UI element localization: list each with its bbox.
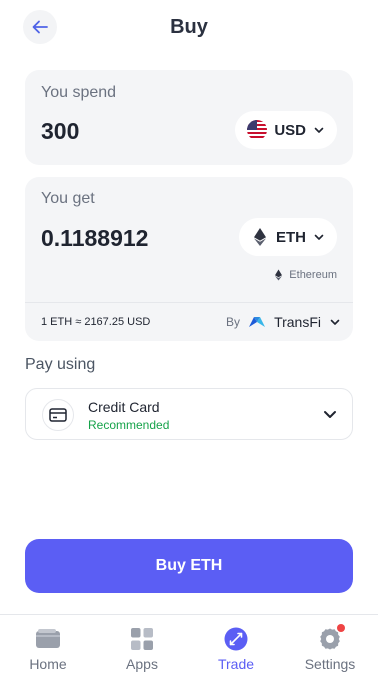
network-label: Ethereum (274, 269, 337, 281)
get-label: You get (41, 190, 95, 207)
get-currency-code: ETH (276, 228, 306, 246)
tab-apps[interactable]: Apps (95, 615, 189, 675)
get-amount: 0.1188912 (41, 225, 149, 251)
tab-apps-label: Apps (126, 656, 158, 672)
payment-method-badge: Recommended (88, 418, 170, 432)
tab-trade[interactable]: Trade (189, 615, 283, 675)
spend-label: You spend (41, 84, 117, 101)
network-name: Ethereum (289, 269, 337, 281)
buy-eth-button[interactable]: Buy ETH (25, 539, 353, 593)
page-title: Buy (170, 16, 208, 38)
tab-home[interactable]: Home (1, 615, 95, 675)
provider-selector[interactable]: By TransFi (226, 314, 341, 330)
method-icon-container (42, 399, 74, 431)
tab-home-label: Home (29, 656, 67, 672)
gear-icon (317, 624, 345, 652)
tab-trade-label: Trade (217, 656, 255, 672)
payment-method-name: Credit Card (88, 399, 160, 415)
spend-currency-code: USD (274, 121, 306, 139)
provider-prefix: By (226, 315, 241, 329)
transfi-logo-icon (249, 317, 266, 327)
chevron-down-icon (324, 411, 336, 418)
spend-currency-selector[interactable]: USD (235, 111, 337, 149)
exchange-rate: 1 ETH ≈ 2167.25 USD (41, 316, 151, 328)
spend-card: You spend 300 USD (25, 70, 353, 165)
tab-settings-label: Settings (304, 656, 356, 672)
wallet-icon (35, 626, 61, 652)
payment-method-selector[interactable]: Credit Card Recommended (25, 388, 353, 440)
get-card: You get 0.1188912 ETH Ethereum 1 ETH ≈ 2… (25, 177, 353, 341)
ethereum-icon (254, 228, 266, 246)
spend-amount-input[interactable]: 300 (41, 118, 79, 145)
get-currency-selector[interactable]: ETH (239, 218, 337, 256)
tab-settings[interactable]: Settings (283, 615, 377, 675)
provider-name: TransFi (274, 314, 321, 330)
chevron-down-icon (314, 127, 324, 133)
chevron-down-icon (314, 234, 324, 240)
header: Buy (0, 0, 378, 56)
bottom-tab-bar: Home Apps Trade Settings (0, 614, 378, 675)
chevron-down-icon (330, 319, 340, 325)
pay-using-label: Pay using (25, 356, 96, 373)
notification-dot (337, 624, 345, 632)
credit-card-icon (49, 408, 67, 422)
swap-icon (223, 626, 249, 652)
rate-row: 1 ETH ≈ 2167.25 USD By TransFi (25, 302, 353, 341)
us-flag-icon (247, 120, 268, 140)
grid-icon (129, 626, 155, 652)
ethereum-small-icon (275, 269, 283, 281)
